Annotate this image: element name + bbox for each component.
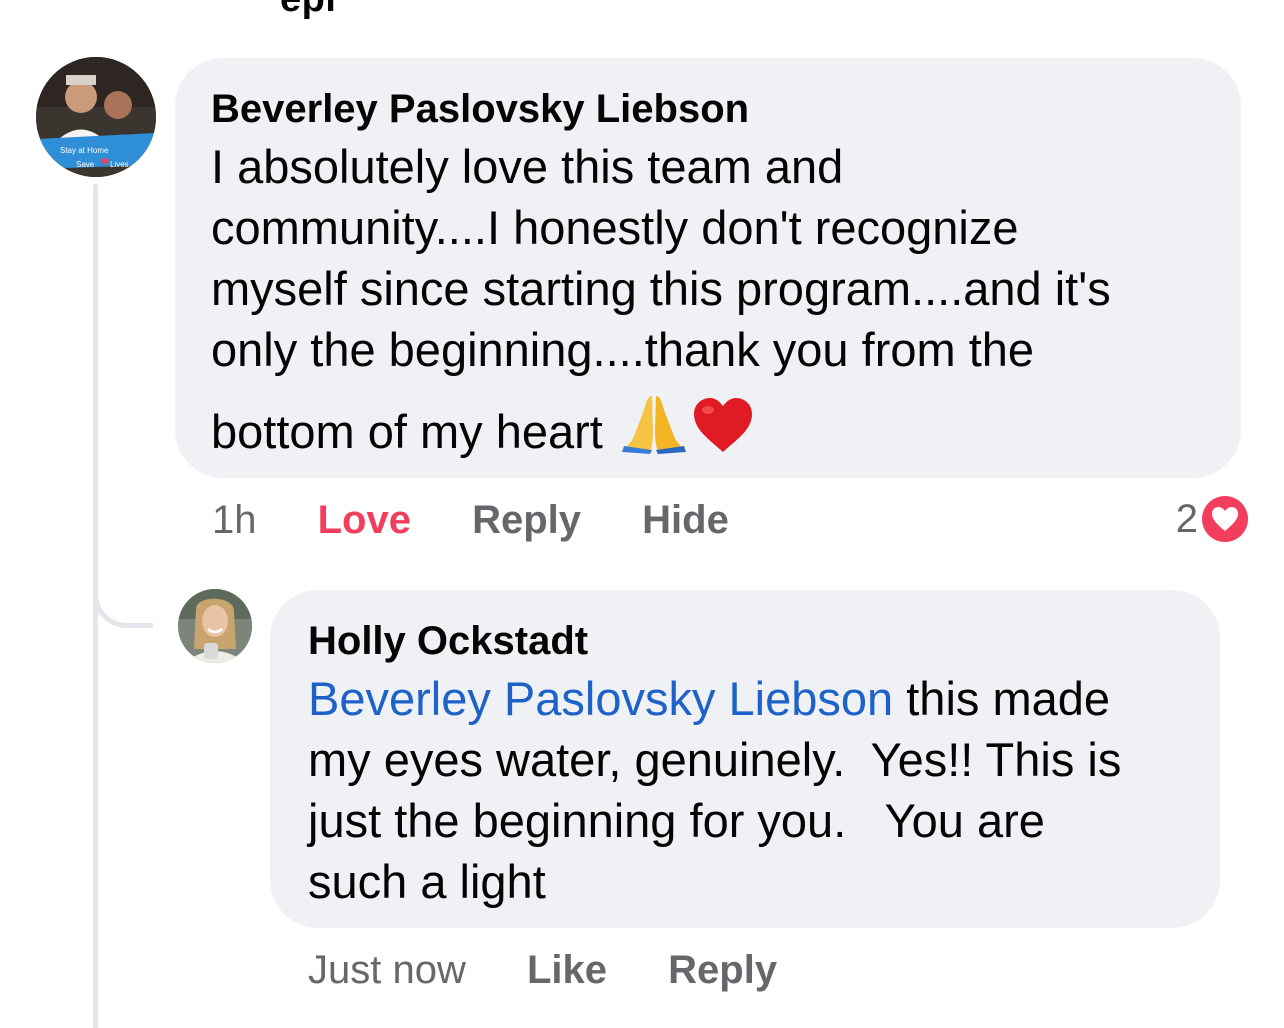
comment-text: I absolutely love this team and communit… <box>211 136 1205 468</box>
comment-line: myself since starting this program....an… <box>211 262 1111 315</box>
reaction-count: 2 <box>1175 497 1198 541</box>
heart-icon <box>1202 496 1248 542</box>
comment-first-line: Beverley Paslovsky Liebson this made <box>308 668 1184 729</box>
comment-line: only the beginning....thank you from the <box>211 323 1035 376</box>
reply-bubble: Holly Ockstadt Beverley Paslovsky Liebso… <box>270 590 1220 928</box>
comment-line: this made <box>893 672 1111 725</box>
mention-link[interactable]: Beverley Paslovsky Liebson <box>308 672 893 725</box>
avatar-caption-3: Lives <box>110 160 129 169</box>
comment-line: just the beginning for you. You are <box>308 794 1045 847</box>
folded-hands-emoji <box>621 392 686 468</box>
red-heart-emoji <box>692 396 754 468</box>
comment-author-name[interactable]: Holly Ockstadt <box>308 616 1184 666</box>
comment-author-name[interactable]: Beverley Paslovsky Liebson <box>211 84 1205 134</box>
comment-timestamp[interactable]: Just now <box>308 945 466 995</box>
reply-button[interactable]: Reply <box>668 945 777 995</box>
avatar[interactable] <box>178 589 252 663</box>
avatar-caption-1: Stay at Home <box>60 146 109 155</box>
comment-line: community....I honestly don't recognize <box>211 201 1019 254</box>
reaction-summary[interactable]: 2 <box>1176 494 1248 544</box>
hide-button[interactable]: Hide <box>642 495 729 545</box>
comment-line: I absolutely love this team and <box>211 140 844 193</box>
cut-off-heading: epl <box>280 0 336 21</box>
like-button[interactable]: Like <box>527 945 607 995</box>
comment-line: bottom of my heart <box>211 405 603 458</box>
comment-line: such a light <box>308 855 546 908</box>
profile-photo-icon <box>178 589 252 663</box>
avatar[interactable]: Stay at Home Save Lives <box>36 57 156 177</box>
reply-actions: Just now Like Reply <box>308 945 827 995</box>
comment-last-line: bottom of my heart <box>211 392 1205 468</box>
comment-text: Beverley Paslovsky Liebson this made my … <box>308 668 1184 912</box>
comment-line: my eyes water, genuinely. Yes!! This is <box>308 733 1122 786</box>
comment-actions: 1h Love Reply Hide <box>212 495 779 545</box>
thread-branch-line <box>93 560 153 628</box>
love-button[interactable]: Love <box>318 495 411 545</box>
comment-timestamp[interactable]: 1h <box>212 495 257 545</box>
profile-photo-icon: Stay at Home Save Lives <box>36 57 156 177</box>
avatar-caption-2: Save <box>76 160 95 169</box>
reply-button[interactable]: Reply <box>472 495 581 545</box>
comment-bubble: Beverley Paslovsky Liebson I absolutely … <box>175 58 1241 478</box>
comment-thread: epl Stay at Home Save Lives Beverley Pas… <box>0 0 1284 1028</box>
